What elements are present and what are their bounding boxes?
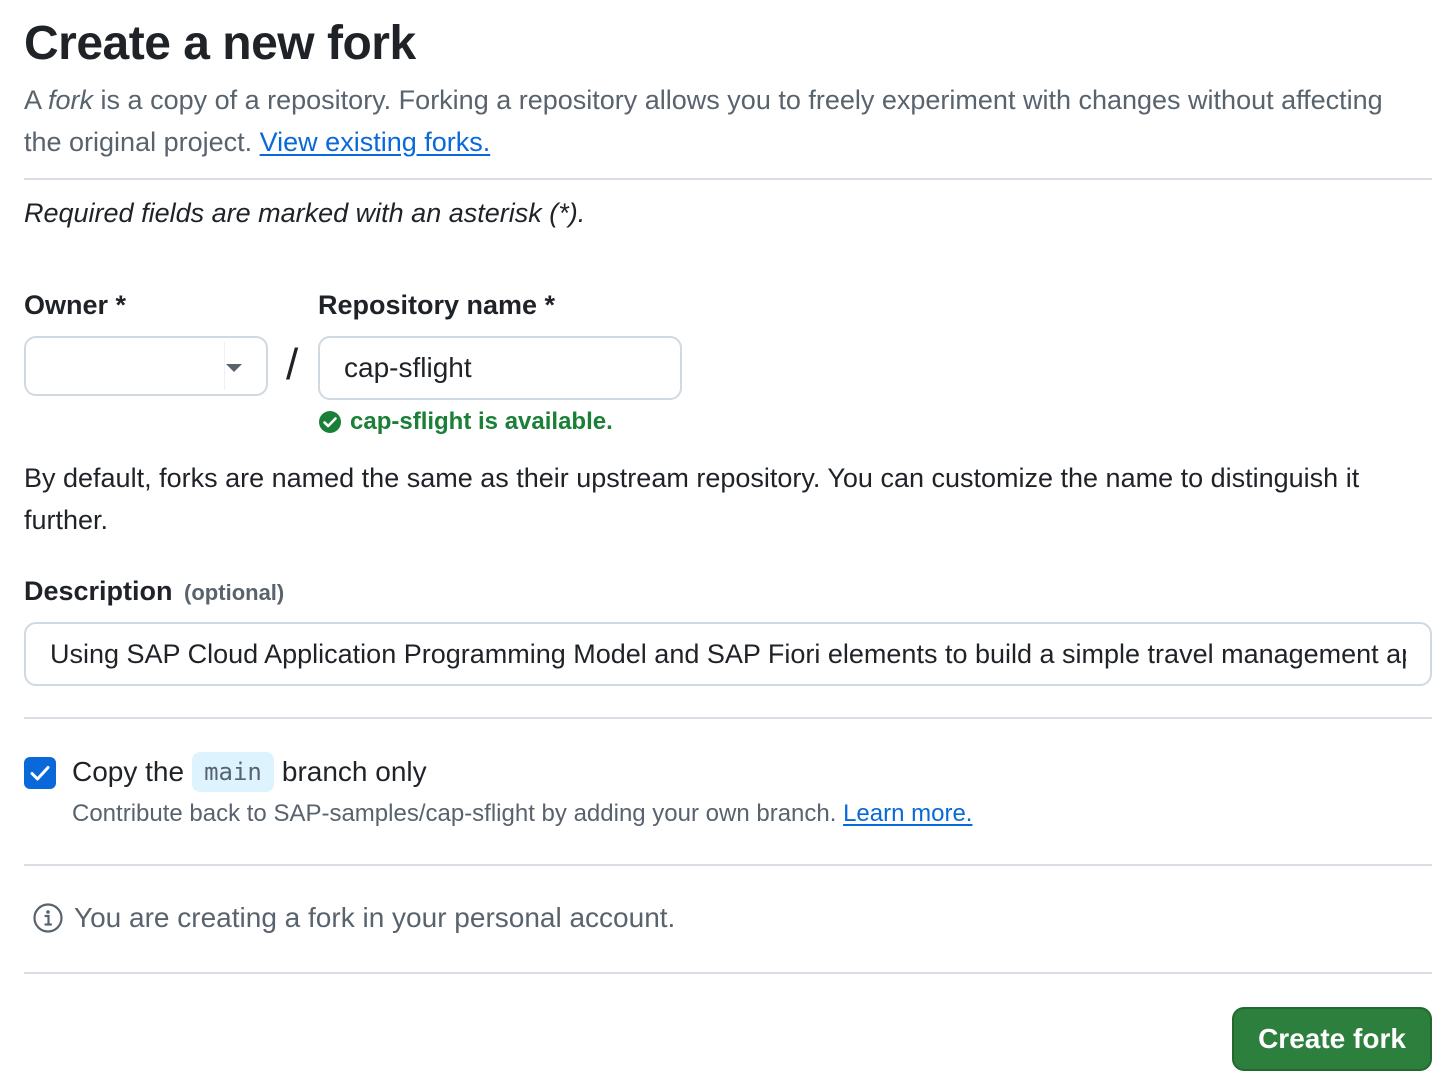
optional-label: (optional) bbox=[184, 580, 285, 605]
copy-branch-label[interactable]: Copy the main branch only bbox=[72, 752, 427, 792]
create-fork-button[interactable]: Create fork bbox=[1232, 1007, 1432, 1071]
owner-repo-separator: / bbox=[286, 340, 299, 389]
copy-main-branch-checkbox[interactable] bbox=[24, 757, 56, 789]
subtitle-text: is a copy of a repository. Forking a rep… bbox=[24, 85, 1383, 157]
page-title: Create a new fork bbox=[24, 17, 416, 70]
personal-account-info: You are creating a fork in your personal… bbox=[32, 902, 675, 934]
branch-name-code: main bbox=[192, 752, 274, 792]
info-icon bbox=[33, 903, 63, 933]
owner-select-separator bbox=[224, 342, 225, 390]
divider bbox=[24, 972, 1432, 974]
copy-branch-help-text: Contribute back to SAP-samples/cap-sflig… bbox=[72, 800, 844, 827]
divider bbox=[24, 717, 1432, 719]
repository-name-label: Repository name * bbox=[318, 290, 556, 320]
subtitle-emphasis: fork bbox=[48, 85, 94, 115]
availability-status: cap-sflight is available. bbox=[318, 408, 613, 436]
repository-name-input[interactable] bbox=[318, 336, 682, 400]
divider bbox=[24, 178, 1432, 180]
owner-label: Owner * bbox=[24, 290, 127, 320]
fork-naming-help: By default, forks are named the same as … bbox=[24, 463, 1360, 535]
owner-select-value bbox=[36, 344, 222, 388]
info-text: You are creating a fork in your personal… bbox=[74, 902, 676, 933]
view-existing-forks-link[interactable]: View existing forks. bbox=[260, 127, 491, 157]
copy-branch-label-before: Copy the bbox=[72, 756, 185, 787]
description-input[interactable] bbox=[24, 622, 1432, 686]
subtitle-prefix: A bbox=[24, 85, 49, 115]
checkmark-icon bbox=[30, 766, 50, 781]
check-circle-icon bbox=[319, 411, 341, 433]
required-fields-note: Required fields are marked with an aster… bbox=[24, 198, 586, 228]
learn-more-link[interactable]: Learn more. bbox=[843, 800, 972, 827]
page-subtitle: A fork is a copy of a repository. Forkin… bbox=[24, 79, 1424, 163]
description-label: Description (optional) bbox=[24, 576, 284, 607]
copy-branch-help: Contribute back to SAP-samples/cap-sflig… bbox=[72, 800, 972, 828]
divider bbox=[24, 864, 1432, 866]
description-label-text: Description bbox=[24, 576, 173, 606]
chevron-down-icon bbox=[226, 364, 242, 372]
copy-branch-label-after: branch only bbox=[281, 756, 427, 787]
availability-text: cap-sflight is available. bbox=[350, 408, 613, 435]
owner-select[interactable] bbox=[24, 336, 268, 396]
